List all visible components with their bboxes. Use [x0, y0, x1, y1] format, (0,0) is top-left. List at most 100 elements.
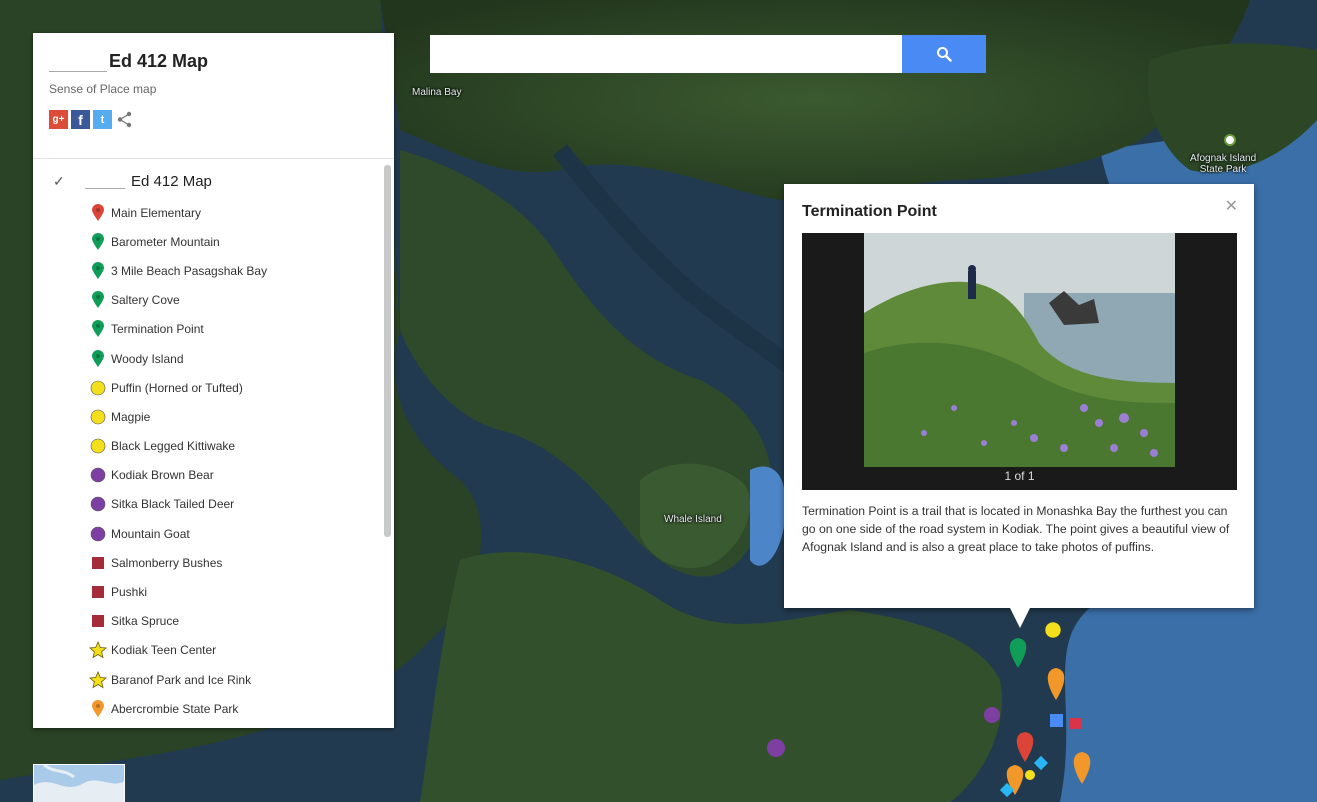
layer-header[interactable]: ✓ Ed 412 Map: [33, 169, 382, 193]
search-input[interactable]: [430, 35, 902, 73]
search-icon: [937, 47, 952, 62]
pin-icon: [89, 349, 107, 368]
layer-item-label: Barometer Mountain: [111, 234, 220, 249]
layer-item[interactable]: Kodiak Teen Center: [33, 636, 382, 665]
layer-title-blank: [85, 173, 125, 189]
circle-icon: [89, 408, 107, 426]
layer-item[interactable]: Woody Island: [33, 344, 382, 373]
layer-title: Ed 412 Map: [131, 172, 212, 190]
map-label-park-line2: State Park: [1199, 164, 1247, 175]
layer-item-label: Mountain Goat: [111, 526, 190, 541]
thumbnail-map-image: [34, 765, 124, 802]
layer-item-label: Sitka Spruce: [111, 614, 180, 629]
marker-purple-2[interactable]: [767, 739, 785, 757]
pin-icon: [89, 232, 107, 251]
info-description: Termination Point is a trail that is loc…: [802, 504, 1230, 554]
layer-item-label: Baranof Park and Ice Rink: [111, 672, 252, 687]
map-description: Sense of Place map: [49, 82, 157, 96]
legend-panel: Ed 412 Map Sense of Place map g+ f t ✓ E…: [33, 33, 394, 728]
marker-puffin[interactable]: [1044, 621, 1062, 639]
star-icon: [89, 641, 107, 659]
panel-scrollbar[interactable]: [384, 165, 391, 537]
layer-list: ✓ Ed 412 Map Main Elementary Barometer Mo…: [33, 159, 382, 728]
circle-icon: [89, 525, 107, 543]
map-label-island: Whale Island: [664, 514, 722, 525]
map-label-bay: Malina Bay: [412, 87, 462, 98]
layer-item[interactable]: Black Legged Kittiwake: [33, 432, 382, 461]
state-park-marker[interactable]: [1224, 134, 1236, 146]
share-icon[interactable]: [115, 110, 134, 129]
layer-item-label: Black Legged Kittiwake: [111, 439, 236, 454]
square-icon: [89, 583, 107, 601]
layer-item[interactable]: Sitka Spruce: [33, 607, 382, 636]
map-label-park-line1: Afognak Island: [1190, 153, 1257, 164]
layer-item-label: Abercrombie State Park: [111, 701, 239, 716]
layer-item[interactable]: Main Elementary: [33, 198, 382, 227]
photo-counter: 1 of 1: [1004, 469, 1035, 483]
photo-image: [864, 233, 1175, 467]
title-blank: [49, 54, 107, 72]
layer-item-label: Woody Island: [111, 351, 184, 366]
map-page: { "header": { "title": "Ed 412 Map", "su…: [0, 0, 1317, 802]
layer-item[interactable]: Pushki: [33, 577, 382, 606]
panel-header: Ed 412 Map Sense of Place map g+ f t: [33, 33, 394, 159]
circle-icon: [89, 437, 107, 455]
facebook-icon[interactable]: f: [71, 110, 90, 129]
pin-icon: [89, 320, 107, 338]
layer-item[interactable]: Sitka Black Tailed Deer: [33, 490, 382, 519]
map-title: Ed 412 Map: [109, 51, 209, 71]
layer-item-label: Kodiak Brown Bear: [111, 468, 214, 483]
close-icon[interactable]: ✕: [1225, 196, 1238, 216]
layer-item[interactable]: Abercrombie State Park: [33, 694, 382, 723]
layer-item[interactable]: Termination Point: [33, 315, 382, 344]
title-row: Ed 412 Map: [49, 51, 378, 72]
circle-icon: [89, 495, 107, 513]
marker-red-square[interactable]: [1070, 718, 1081, 729]
layer-item[interactable]: Kodiak Brown Bear: [33, 461, 382, 490]
marker-blue-square[interactable]: [1050, 714, 1063, 727]
square-icon: [89, 554, 107, 572]
twitter-icon[interactable]: t: [93, 110, 112, 129]
layer-item-label: 3 Mile Beach Pasagshak Bay: [111, 263, 268, 278]
map-label-park: Afognak Island State Park: [1190, 153, 1256, 175]
layer-item[interactable]: Salmonberry Bushes: [33, 548, 382, 577]
layer-item[interactable]: 3 Mile Beach Pasagshak Bay: [33, 256, 382, 285]
layer-item-label: Main Elementary: [111, 205, 202, 220]
layer-item[interactable]: Mountain Goat: [33, 519, 382, 548]
map-type-thumbnail[interactable]: [33, 764, 125, 802]
layer-item[interactable]: Barometer Mountain: [33, 227, 382, 256]
photo[interactable]: [864, 233, 1175, 467]
layer-item[interactable]: Baranof Park and Ice Rink: [33, 665, 382, 694]
pin-icon: [89, 699, 107, 718]
square-icon: [89, 612, 107, 630]
marker-purple-1[interactable]: [984, 707, 1000, 723]
layer-items: Main Elementary Barometer Mountain 3 Mile …: [33, 198, 382, 723]
layer-item-label: Salmonberry Bushes: [111, 555, 223, 570]
layer-item-label: Pushki: [111, 585, 148, 600]
layer-item-label: Kodiak Teen Center: [111, 643, 217, 658]
circle-icon: [89, 466, 107, 484]
info-window: Termination Point ✕ 1 of 1 Termination P…: [784, 184, 1254, 608]
layer-item[interactable]: Puffin (Horned or Tufted): [33, 373, 382, 402]
layer-item[interactable]: Magpie: [33, 402, 382, 431]
info-window-tail: [1009, 606, 1031, 628]
share-row: g+ f t: [49, 110, 378, 129]
layer-item-label: Termination Point: [111, 322, 204, 337]
marker-yellow-2[interactable]: [1025, 770, 1035, 780]
star-icon: [89, 670, 107, 689]
layer-item-label: Puffin (Horned or Tufted): [111, 380, 243, 395]
check-icon[interactable]: ✓: [53, 173, 73, 190]
pin-icon: [89, 291, 107, 309]
layer-item-label: Saltery Cove: [111, 293, 180, 308]
search-button[interactable]: [902, 35, 986, 73]
pin-icon: [89, 203, 107, 222]
layer-item[interactable]: Saltery Cove: [33, 286, 382, 315]
photo-frame: 1 of 1: [802, 233, 1237, 490]
layer-item-label: Magpie: [111, 409, 151, 424]
pin-icon: [89, 261, 107, 280]
google-plus-icon[interactable]: g+: [49, 110, 68, 129]
layer-item-label: Sitka Black Tailed Deer: [111, 497, 235, 512]
layer-section: ✓ Ed 412 Map Main Elementary Barometer Mo…: [33, 159, 394, 728]
circle-icon: [89, 379, 107, 397]
info-title: Termination Point: [802, 203, 937, 220]
